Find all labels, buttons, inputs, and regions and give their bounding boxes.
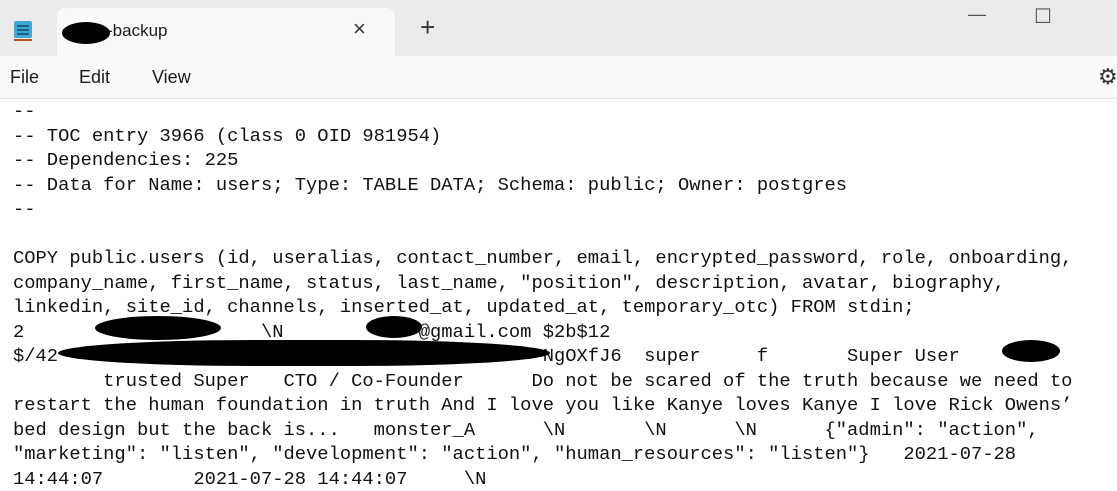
tab-backup[interactable]: -backup ×: [57, 8, 395, 56]
text-line: [13, 222, 1117, 247]
text-line: 14:44:07 2021-07-28 14:44:07 \N: [13, 467, 1117, 491]
menu-bar: File Edit View ⚙: [0, 56, 1117, 99]
menu-view[interactable]: View: [152, 67, 191, 88]
redaction: [366, 316, 422, 338]
text-line: COPY public.users (id, useralias, contac…: [13, 246, 1117, 271]
redaction: [58, 340, 550, 366]
menu-edit[interactable]: Edit: [79, 67, 110, 88]
close-tab-icon[interactable]: ×: [353, 16, 366, 42]
menu-file[interactable]: File: [10, 67, 39, 88]
text-editor[interactable]: -- -- TOC entry 3966 (class 0 OID 981954…: [13, 99, 1117, 481]
text-line: --: [13, 99, 1117, 124]
tab-title: -backup: [107, 21, 167, 41]
text-line: -- Data for Name: users; Type: TABLE DAT…: [13, 173, 1117, 198]
text-line: bed design but the back is... monster_A …: [13, 418, 1117, 443]
text-line: company_name, first_name, status, last_n…: [13, 271, 1117, 296]
text-line: --: [13, 197, 1117, 222]
text-line: "marketing": "listen", "development": "a…: [13, 442, 1117, 467]
text-line: -- TOC entry 3966 (class 0 OID 981954): [13, 124, 1117, 149]
text-line: trusted Super CTO / Co-Founder Do not be…: [13, 369, 1117, 394]
minimize-button[interactable]: —: [968, 4, 986, 25]
text-line: restart the human foundation in truth An…: [13, 393, 1117, 418]
text-line: -- Dependencies: 225: [13, 148, 1117, 173]
gear-icon[interactable]: ⚙: [1098, 64, 1117, 90]
redaction: [95, 316, 221, 340]
notepad-icon: [14, 19, 32, 41]
title-bar: -backup × + — ☐: [0, 0, 1117, 56]
redaction: [62, 22, 110, 44]
redaction: [1002, 340, 1060, 362]
maximize-button[interactable]: ☐: [1034, 4, 1052, 29]
new-tab-button[interactable]: +: [420, 14, 435, 40]
